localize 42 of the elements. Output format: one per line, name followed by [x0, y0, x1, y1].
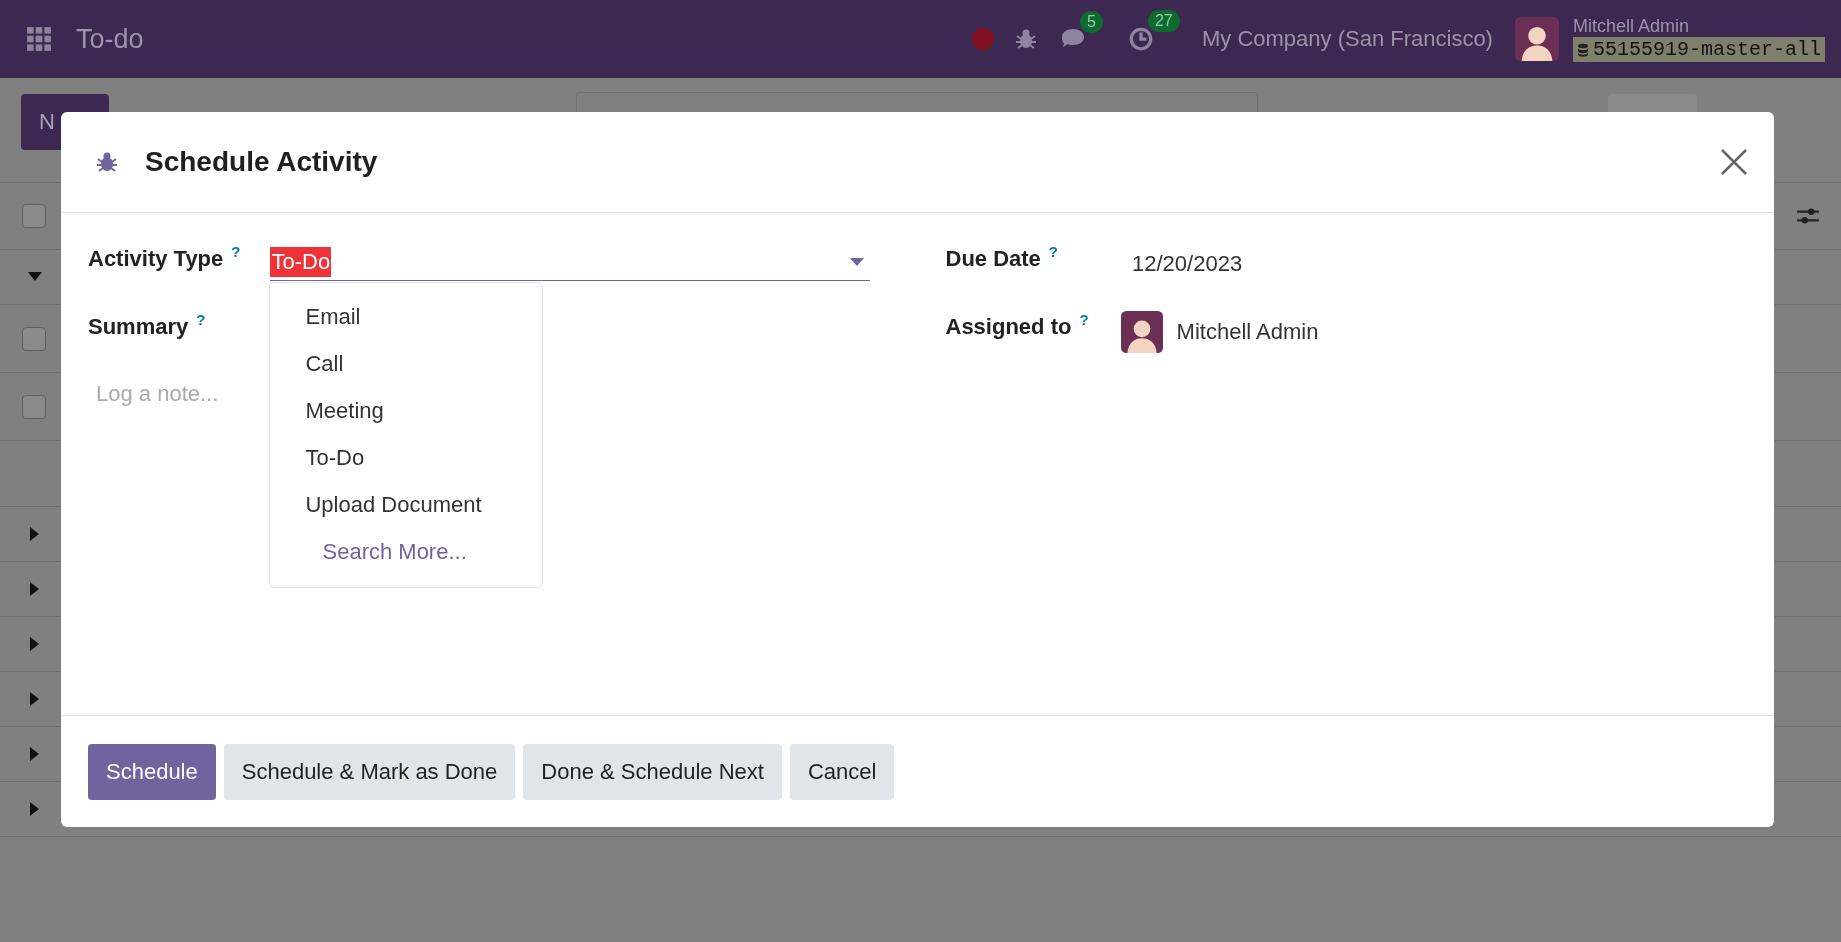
date-value[interactable]: 12/20/2023	[1132, 243, 1243, 277]
bug-icon	[95, 150, 119, 174]
dropdown-item[interactable]: Email	[270, 293, 543, 340]
user-value[interactable]: Mitchell Admin	[1176, 319, 1319, 345]
dialog-button[interactable]: Schedule	[88, 743, 216, 800]
dialog-title: Schedule Activity	[145, 146, 378, 178]
user-avatar	[1120, 311, 1163, 353]
field-label: Activity Type	[88, 245, 224, 272]
caret-down-icon[interactable]	[850, 257, 865, 266]
dropdown-item[interactable]: Upload Document	[270, 481, 543, 528]
checkbox[interactable]	[22, 394, 46, 419]
dropdown-item[interactable]: Meeting	[270, 387, 543, 434]
database-icon	[1576, 42, 1589, 57]
clock-icon[interactable]	[1127, 26, 1154, 52]
select-value: To-Do	[270, 246, 332, 277]
checkbox[interactable]	[22, 204, 46, 228]
company-switcher[interactable]: My Company (San Francisco)	[1201, 26, 1493, 52]
help-tooltip[interactable]: ?	[231, 243, 241, 260]
field-label: Due Date	[945, 245, 1041, 272]
checkbox[interactable]	[22, 326, 46, 351]
app-title[interactable]: To-do	[76, 23, 144, 55]
dialog-button[interactable]: Cancel	[789, 743, 895, 800]
dropdown-item[interactable]: To-Do	[270, 434, 543, 481]
field-label: Summary	[88, 313, 189, 340]
user-name[interactable]: Mitchell Admin	[1572, 16, 1689, 37]
bug-icon[interactable]	[1013, 27, 1038, 51]
database-name: 55155919-master-all	[1572, 37, 1825, 62]
apps-menu-icon[interactable]	[24, 24, 54, 54]
message-count-badge: 5	[1079, 11, 1103, 33]
activity-count-badge: 27	[1147, 10, 1180, 32]
dropdown-item[interactable]: Call	[270, 340, 543, 387]
search-more-link[interactable]: Search More...	[270, 528, 543, 575]
dialog-button[interactable]: Schedule & Mark as Done	[223, 743, 516, 800]
dialog-button[interactable]: Done & Schedule Next	[523, 743, 782, 800]
user-avatar[interactable]	[1514, 17, 1559, 61]
help-tooltip[interactable]: ?	[1048, 243, 1059, 260]
field-label: Assigned to	[945, 313, 1072, 340]
help-tooltip[interactable]: ?	[196, 311, 206, 328]
help-tooltip[interactable]: ?	[1079, 311, 1089, 328]
close-icon[interactable]	[1720, 148, 1748, 176]
recording-dot-icon[interactable]	[971, 28, 994, 50]
activity-type-select[interactable]: To-Do	[270, 243, 871, 281]
